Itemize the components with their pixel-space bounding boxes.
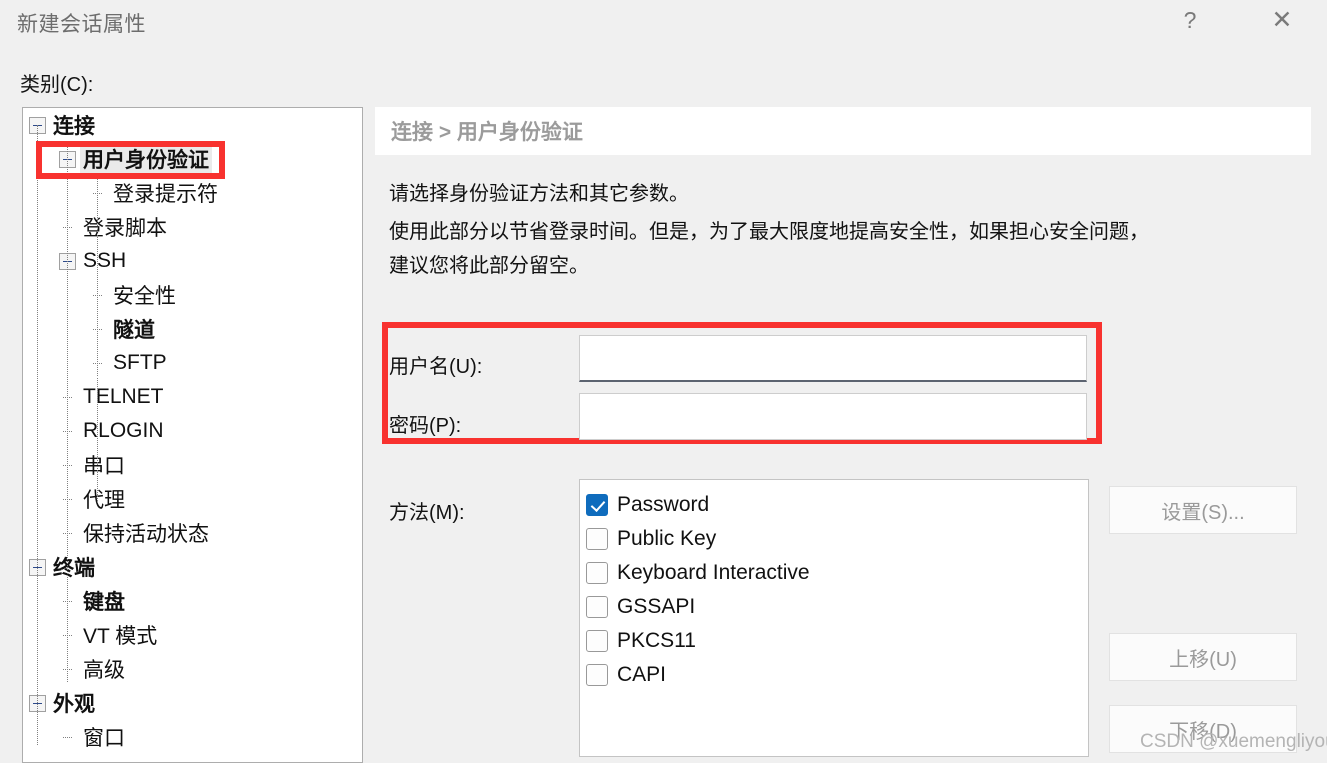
tree-item[interactable]: 隧道 <box>23 312 362 346</box>
username-input[interactable] <box>579 335 1087 382</box>
tree-item[interactable]: RLOGIN <box>23 414 362 448</box>
tree-item[interactable]: 高级 <box>23 652 362 686</box>
method-list-item[interactable]: PKCS11 <box>586 624 1088 658</box>
tree-item[interactable]: SSH <box>23 244 362 278</box>
method-list[interactable]: Password Public Key Keyboard Interactive GS… <box>579 479 1089 757</box>
method-label: 方法(M): <box>389 502 465 524</box>
method-label-text: Public Key <box>617 527 717 550</box>
window-title: 新建会话属性 <box>17 13 146 36</box>
tree-item[interactable]: 保持活动状态 <box>23 516 362 550</box>
method-list-item[interactable]: Password <box>586 488 1088 522</box>
method-label-text: GSSAPI <box>617 595 696 618</box>
watermark: CSDN @xuemengliyou <box>1140 731 1327 752</box>
tree-item[interactable]: 外观 <box>23 686 362 720</box>
tree-item-label: RLOGIN <box>83 419 164 442</box>
tree-item-label: 保持活动状态 <box>83 523 209 546</box>
description-line-1: 请选择身份验证方法和其它参数。 <box>389 183 689 205</box>
tree-item[interactable]: 登录脚本 <box>23 210 362 244</box>
checkbox-unchecked-icon[interactable] <box>586 630 608 652</box>
category-tree[interactable]: 连接用户身份验证登录提示符登录脚本 SSH 安全性隧道 SFTP TELNET RLOGI… <box>22 107 363 763</box>
breadcrumb-bar: 连接 > 用户身份验证 <box>375 107 1311 155</box>
tree-item[interactable]: VT 模式 <box>23 618 362 652</box>
tree-item-label: VT 模式 <box>83 625 158 648</box>
tree-guide-line <box>67 142 69 682</box>
method-list-item[interactable]: Public Key <box>586 522 1088 556</box>
tree-item-label: 高级 <box>83 659 125 682</box>
tree-item[interactable]: 连接 <box>23 108 362 142</box>
category-label: 类别(C): <box>20 74 94 96</box>
method-list-item[interactable]: GSSAPI <box>586 590 1088 624</box>
tree-item[interactable]: SFTP <box>23 346 362 380</box>
tree-item[interactable]: 用户身份验证 <box>23 142 362 176</box>
close-icon[interactable]: ✕ <box>1252 0 1312 40</box>
tree-guide-line <box>97 176 99 376</box>
tree-item-label: 登录脚本 <box>83 217 167 240</box>
tree-node-connector-icon <box>59 729 76 746</box>
method-label-text: CAPI <box>617 663 667 686</box>
tree-item[interactable]: 串口 <box>23 448 362 482</box>
tree-item[interactable]: 代理 <box>23 482 362 516</box>
tree-item-label: 连接 <box>53 115 95 138</box>
tree-item-label: 用户身份验证 <box>80 144 212 174</box>
tree-item[interactable]: 窗口 <box>23 720 362 754</box>
help-icon[interactable]: ? <box>1160 0 1220 40</box>
title-bar: 新建会话属性 ? ✕ <box>0 0 1327 47</box>
method-label-text: Keyboard Interactive <box>617 561 810 584</box>
tree-item-label: 隧道 <box>113 319 155 342</box>
tree-item-label: 登录提示符 <box>113 183 218 206</box>
description-line-3: 建议您将此部分留空。 <box>389 255 589 277</box>
method-label-text: Password <box>617 493 710 516</box>
method-list-item[interactable]: Keyboard Interactive <box>586 556 1088 590</box>
checkbox-checked-icon[interactable] <box>586 494 608 516</box>
tree-item-label: 窗口 <box>83 727 125 750</box>
tree-item[interactable]: 安全性 <box>23 278 362 312</box>
password-input[interactable] <box>579 393 1087 440</box>
tree-item-label: 外观 <box>53 693 95 716</box>
tree-item-label: SSH <box>83 249 127 272</box>
move-up-button[interactable]: 上移(U) <box>1109 633 1297 681</box>
tree-item[interactable]: 键盘 <box>23 584 362 618</box>
tree-item-label: 终端 <box>53 557 95 580</box>
tree-item[interactable]: 登录提示符 <box>23 176 362 210</box>
method-list-item[interactable]: CAPI <box>586 658 1088 692</box>
breadcrumb: 连接 > 用户身份验证 <box>391 121 583 144</box>
tree-item-label: 键盘 <box>83 591 125 614</box>
tree-item-label: SFTP <box>113 351 167 374</box>
tree-guide-line <box>97 378 99 503</box>
settings-button[interactable]: 设置(S)... <box>1109 486 1297 534</box>
checkbox-unchecked-icon[interactable] <box>586 664 608 686</box>
tree-item[interactable]: TELNET <box>23 380 362 414</box>
description-line-2: 使用此部分以节省登录时间。但是，为了最大限度地提高安全性，如果担心安全问题， <box>389 221 1149 243</box>
tree-item-label: 串口 <box>83 455 125 478</box>
method-label-text: PKCS11 <box>617 629 696 652</box>
settings-content-pane: 连接 > 用户身份验证 请选择身份验证方法和其它参数。 使用此部分以节省登录时间… <box>375 107 1311 763</box>
checkbox-unchecked-icon[interactable] <box>586 562 608 584</box>
password-label: 密码(P): <box>389 415 462 437</box>
tree-guide-line <box>37 125 39 745</box>
tree-item-label: TELNET <box>83 385 164 408</box>
tree-item-label: 代理 <box>83 489 125 512</box>
checkbox-unchecked-icon[interactable] <box>586 596 608 618</box>
username-label: 用户名(U): <box>389 356 483 378</box>
checkbox-unchecked-icon[interactable] <box>586 528 608 550</box>
tree-item-label: 安全性 <box>113 285 176 308</box>
tree-item[interactable]: 终端 <box>23 550 362 584</box>
